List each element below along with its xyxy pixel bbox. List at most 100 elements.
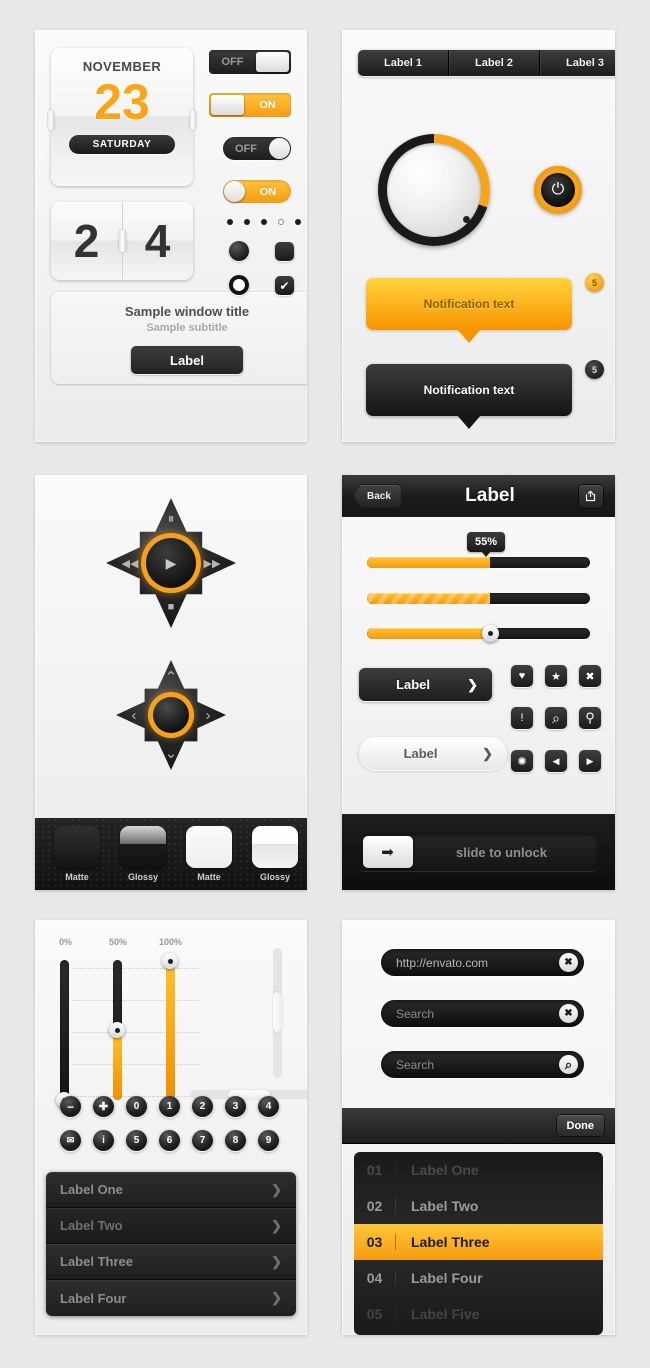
arrow-down-icon[interactable]: ⌄ bbox=[161, 745, 181, 762]
scrollbar-vertical[interactable] bbox=[273, 948, 282, 1078]
search-icon[interactable]: ⌕ bbox=[545, 707, 567, 729]
arrow-right-icon: ➡ bbox=[381, 844, 394, 861]
swatch-matte-dark[interactable] bbox=[54, 826, 100, 868]
toggle-label: OFF bbox=[221, 56, 244, 68]
radio-ring[interactable] bbox=[229, 275, 249, 295]
fastforward-icon[interactable]: ▶▶ bbox=[200, 555, 224, 571]
star-icon[interactable]: ★ bbox=[545, 665, 567, 687]
url-field-value[interactable]: http://envato.com bbox=[381, 956, 559, 970]
gear-icon[interactable]: ✺ bbox=[511, 750, 533, 772]
list-item[interactable]: Label One ❯ bbox=[46, 1172, 296, 1208]
clear-icon[interactable]: ✖ bbox=[559, 1004, 578, 1023]
unlock-knob[interactable]: ➡ bbox=[362, 836, 413, 868]
close-icon[interactable]: ✖ bbox=[579, 665, 601, 687]
number-button-7[interactable]: 7 bbox=[192, 1130, 213, 1151]
dot[interactable] bbox=[295, 219, 301, 225]
number-button-3[interactable]: 3 bbox=[225, 1096, 246, 1117]
search-field-2[interactable]: Search ⌕ bbox=[381, 1051, 584, 1078]
toggle-thumb[interactable] bbox=[224, 181, 245, 202]
toggle-thumb[interactable] bbox=[256, 52, 289, 72]
progress-bar-striped[interactable] bbox=[367, 593, 590, 604]
dot[interactable] bbox=[227, 219, 233, 225]
picker-row[interactable]: 05 Label Five bbox=[354, 1296, 603, 1332]
toggle-off-square[interactable]: OFF bbox=[209, 50, 291, 74]
toggle-thumb[interactable] bbox=[269, 138, 290, 159]
number-button-2[interactable]: 2 bbox=[192, 1096, 213, 1117]
play-button[interactable]: ▶ bbox=[141, 533, 201, 593]
arrow-left-icon[interactable]: ◀ bbox=[545, 750, 567, 772]
picker-row[interactable]: 01 Label One bbox=[354, 1152, 603, 1188]
list-item[interactable]: Label Two ❯ bbox=[46, 1208, 296, 1244]
pause-icon[interactable]: ⏸ bbox=[161, 511, 181, 527]
nav-center-button[interactable] bbox=[148, 692, 194, 738]
picker-row[interactable]: 04 Label Four bbox=[354, 1260, 603, 1296]
number-button-6[interactable]: 6 bbox=[159, 1130, 180, 1151]
arrow-right-icon[interactable]: ▶ bbox=[579, 750, 601, 772]
tab-label-2[interactable]: Label 2 bbox=[449, 50, 540, 76]
stop-icon[interactable]: ■ bbox=[161, 599, 181, 615]
search-icon[interactable]: ⌕ bbox=[559, 1055, 578, 1074]
swatch-glossy-light[interactable] bbox=[252, 826, 298, 868]
clear-icon[interactable]: ✖ bbox=[559, 953, 578, 972]
list-item[interactable]: Label Three ❯ bbox=[46, 1244, 296, 1280]
number-button-5[interactable]: 5 bbox=[126, 1130, 147, 1151]
progress-bar-solid[interactable] bbox=[367, 557, 590, 568]
swatch-matte-light[interactable] bbox=[186, 826, 232, 868]
label-button-light[interactable]: Label ❯ bbox=[359, 737, 507, 770]
checkbox-empty[interactable] bbox=[275, 242, 294, 261]
search-field-value[interactable]: Search bbox=[381, 1007, 559, 1021]
back-button[interactable]: Back bbox=[354, 484, 401, 508]
number-button-4[interactable]: 4 bbox=[258, 1096, 279, 1117]
number-button-1[interactable]: 1 bbox=[159, 1096, 180, 1117]
tab-label-3[interactable]: Label 3 bbox=[540, 50, 615, 76]
slider-bar[interactable] bbox=[367, 628, 590, 639]
done-button[interactable]: Done bbox=[556, 1115, 604, 1136]
slider-vertical-100[interactable] bbox=[166, 960, 175, 1100]
list-item[interactable]: Label Four ❯ bbox=[46, 1280, 296, 1316]
number-button-8[interactable]: 8 bbox=[225, 1130, 246, 1151]
calendar-month: NOVEMBER bbox=[82, 59, 162, 74]
tab-label-1[interactable]: Label 1 bbox=[358, 50, 449, 76]
alert-icon[interactable]: ! bbox=[511, 707, 533, 729]
dot-active[interactable] bbox=[278, 219, 284, 225]
arrow-up-icon[interactable]: ⌃ bbox=[161, 669, 181, 686]
dot[interactable] bbox=[244, 219, 250, 225]
slider-vertical-0[interactable] bbox=[60, 960, 69, 1100]
label-button-dark[interactable]: Label ❯ bbox=[359, 668, 492, 701]
arrow-left-icon[interactable]: ‹ bbox=[125, 707, 143, 724]
minus-button[interactable]: − bbox=[60, 1096, 81, 1117]
mail-icon[interactable]: ✉ bbox=[60, 1130, 81, 1151]
search-field-value[interactable]: Search bbox=[381, 1058, 559, 1072]
url-field[interactable]: http://envato.com ✖ bbox=[381, 949, 584, 976]
sample-window-button[interactable]: Label bbox=[131, 346, 243, 374]
slider-handle-50[interactable] bbox=[109, 1022, 125, 1038]
picker-row[interactable]: 02 Label Two bbox=[354, 1188, 603, 1224]
dot[interactable] bbox=[261, 219, 267, 225]
unlock-track[interactable]: ➡ slide to unlock bbox=[359, 833, 598, 871]
toggle-thumb[interactable] bbox=[211, 95, 244, 115]
slider-handle[interactable] bbox=[482, 625, 499, 642]
swatch-glossy-dark[interactable] bbox=[120, 826, 166, 868]
grid-line bbox=[73, 968, 199, 969]
slider-handle-100[interactable] bbox=[162, 953, 178, 969]
checkbox-checked[interactable]: ✔ bbox=[275, 276, 294, 295]
search-field-1[interactable]: Search ✖ bbox=[381, 1000, 584, 1027]
location-icon[interactable]: ⚲ bbox=[579, 707, 601, 729]
share-icon[interactable] bbox=[579, 484, 603, 508]
picker-row-selected[interactable]: 03 Label Three bbox=[354, 1224, 603, 1260]
slider-handle-dot bbox=[488, 631, 493, 636]
toggle-off-rounded[interactable]: OFF bbox=[223, 137, 291, 160]
number-button-9[interactable]: 9 bbox=[258, 1130, 279, 1151]
radio-filled[interactable] bbox=[229, 241, 249, 261]
toggle-on-square[interactable]: ON bbox=[209, 93, 291, 117]
heart-icon[interactable]: ♥ bbox=[511, 665, 533, 687]
info-icon[interactable]: i bbox=[93, 1130, 114, 1151]
rotary-knob[interactable] bbox=[378, 134, 490, 246]
rewind-icon[interactable]: ◀◀ bbox=[118, 555, 142, 571]
plus-button[interactable]: ✚ bbox=[93, 1096, 114, 1117]
power-button[interactable]: ⏻ bbox=[534, 166, 582, 214]
arrow-right-icon[interactable]: › bbox=[199, 707, 217, 724]
number-button-0[interactable]: 0 bbox=[126, 1096, 147, 1117]
toggle-on-rounded[interactable]: ON bbox=[223, 180, 291, 203]
scrollbar-thumb-vertical[interactable] bbox=[273, 992, 282, 1032]
